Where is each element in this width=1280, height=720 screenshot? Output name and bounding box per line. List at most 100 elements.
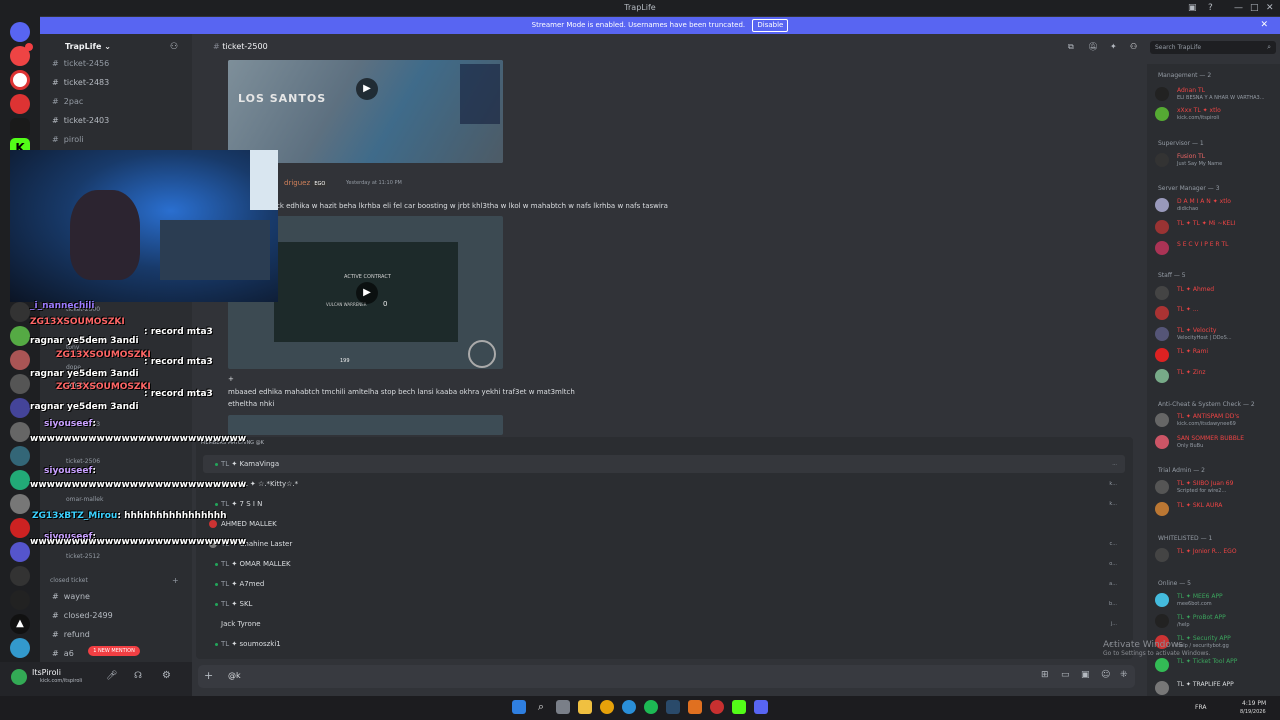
channel-item[interactable]: ticket-2506 [66,458,100,465]
steam-icon[interactable] [666,700,680,714]
message-author[interactable]: driguez EGO [284,179,328,187]
channel-item[interactable]: # closed-2499 [52,611,113,620]
add-member-icon[interactable]: ⚇ [170,38,178,56]
minimize-button[interactable]: — [1234,0,1243,16]
category-closed-ticket[interactable]: closed ticket [50,577,88,584]
member-item[interactable]: TL ✦ Jonior R... EGO [1155,548,1275,564]
video-attachment[interactable] [228,415,503,435]
server-icon[interactable] [10,566,30,586]
guild-header[interactable]: TrapLife ⌄ ⚇ [25,38,192,56]
threads-icon[interactable]: ⧉ [1068,38,1074,56]
channel-item[interactable]: # ticket-2483 [52,78,109,87]
member-item[interactable]: TL ✦ ANTISPAM DD's kick.com/itsdawynee69 [1155,413,1275,429]
member-item[interactable]: Adnan TL ELI BESNA Y A NHAR W VARTHA3... [1155,87,1275,103]
channel-item[interactable]: ticket-2512 [66,553,100,560]
help-icon[interactable]: ? [1208,0,1213,16]
gif-icon[interactable]: ▭ [1061,670,1070,680]
spotify-icon[interactable] [644,700,658,714]
file-explorer-icon[interactable] [578,700,592,714]
member-item[interactable]: TL ✦ Ticket Tool APP [1155,658,1275,674]
clock-time[interactable]: 4:19 PM [1242,700,1266,707]
autocomplete-item[interactable]: TL ✦ TL ✦ ☆.*Kitty☆.* k... [203,475,1125,493]
server-icon[interactable] [10,302,30,322]
server-icon[interactable] [10,638,30,658]
server-icon[interactable] [10,518,30,538]
member-item[interactable]: SAN SOMMER BUBBLE Only BuBu [1155,435,1275,451]
avatar[interactable] [11,669,27,685]
play-button[interactable]: ▶ [356,282,378,304]
mute-icon[interactable]: 🔕︎ [1088,38,1098,56]
search-icon[interactable]: ⌕ [534,700,548,714]
member-item[interactable]: TL ✦ SKL AURA [1155,502,1275,518]
task-view-icon[interactable] [556,700,570,714]
member-item[interactable]: Fusion TL Just Say My Name [1155,153,1275,169]
member-item[interactable]: TL ✦ ... [1155,306,1275,322]
server-icon[interactable] [10,470,30,490]
channel-item[interactable]: # 2pac [52,97,83,106]
video-attachment[interactable]: LOS SANTOS ▶ [228,60,503,163]
server-icon[interactable] [10,118,30,138]
headphones-icon[interactable]: ☊ [134,671,142,681]
member-item[interactable]: TL ✦ TL ✦ Mi ~KELI [1155,220,1275,236]
member-item[interactable]: TL ✦ Zinz [1155,369,1275,385]
pin-icon[interactable]: ✦ [1110,38,1117,56]
server-icon[interactable] [10,446,30,466]
channel-item[interactable]: # refund [52,630,90,639]
autocomplete-item[interactable]: TL ✦ OMAR MALLEK o... [203,555,1125,573]
server-icon[interactable] [10,70,30,90]
member-item[interactable]: S E C V I P E R TL [1155,241,1275,257]
server-icon[interactable] [10,398,30,418]
autocomplete-item[interactable]: AHMED MALLEK [203,515,1125,533]
start-icon[interactable] [512,700,526,714]
app-icon[interactable] [688,700,702,714]
kick-icon[interactable] [732,700,746,714]
member-item[interactable]: TL ✦ MEE6 APP mee6bot.com [1155,593,1275,609]
upload-plus-icon[interactable]: + [204,669,213,682]
maximize-button[interactable]: □ [1250,0,1259,16]
server-icon[interactable] [10,590,30,610]
server-icon[interactable] [10,326,30,346]
emoji-icon[interactable]: ☺ [1101,670,1110,680]
server-icon[interactable] [10,94,30,114]
browser-icon[interactable] [622,700,636,714]
close-banner-icon[interactable]: ✕ [1260,17,1268,34]
autocomplete-item[interactable]: TL ✦ Chahine Laster c... [203,535,1125,553]
member-list-icon[interactable]: ⚇ [1130,38,1137,56]
server-icon[interactable] [10,350,30,370]
discord-icon[interactable] [754,700,768,714]
member-item[interactable]: TL ✦ SIIBO Juan 69 Scripted for wire2... [1155,480,1275,496]
member-item[interactable]: xXxx TL ✦ xtlo kick.com/itspiroli [1155,107,1275,123]
language-indicator[interactable]: FRA [1195,704,1206,711]
server-icon[interactable] [10,422,30,442]
channel-item[interactable]: # ticket-2456 [52,59,109,68]
server-icon[interactable]: ▲ [10,614,30,634]
channel-item[interactable]: # ticket-2403 [52,116,109,125]
member-item[interactable]: TL ✦ Velocity VelocityHost | DDoS... [1155,327,1275,343]
sticker-icon[interactable]: ▣ [1081,670,1090,680]
apps-icon[interactable]: ⁜ [1120,670,1128,680]
member-item[interactable]: D A M I A N ✦ xtlo didichao [1155,198,1275,214]
mic-icon[interactable]: 🎤︎ [106,671,117,681]
member-item[interactable]: TL ✦ Rami [1155,348,1275,364]
search-input[interactable]: Search TrapLife ⌕ [1150,41,1276,54]
server-icon[interactable] [10,374,30,394]
channel-item[interactable]: # a6 [52,649,74,658]
channel-item[interactable]: # wayne [52,592,90,601]
inbox-icon[interactable]: ▣ [1188,0,1197,16]
app-icon[interactable] [710,700,724,714]
server-icon[interactable] [10,542,30,562]
autocomplete-item[interactable]: TL ✦ 7 S I Nk... [203,495,1125,513]
clock-date[interactable]: 8/19/2026 [1240,709,1266,715]
server-icon[interactable] [10,494,30,514]
autocomplete-item[interactable]: TL ✦ soumoszki1 s... [203,635,1125,653]
channel-item[interactable]: # piroli [52,135,84,144]
new-mention-badge[interactable]: 1 NEW MENTION [88,646,140,656]
member-item[interactable]: TL ✦ ProBot APP/help [1155,614,1275,630]
home-icon[interactable] [10,22,30,42]
gift-icon[interactable]: ⊞ [1041,670,1049,680]
autocomplete-item[interactable]: Jack Tyrone j... [203,615,1125,633]
autocomplete-item[interactable]: TL ✦ A7med a... [203,575,1125,593]
play-button[interactable]: ▶ [356,78,378,100]
autocomplete-item[interactable]: TL ✦ SKL b... [203,595,1125,613]
settings-gear-icon[interactable]: ⚙ [162,670,171,681]
